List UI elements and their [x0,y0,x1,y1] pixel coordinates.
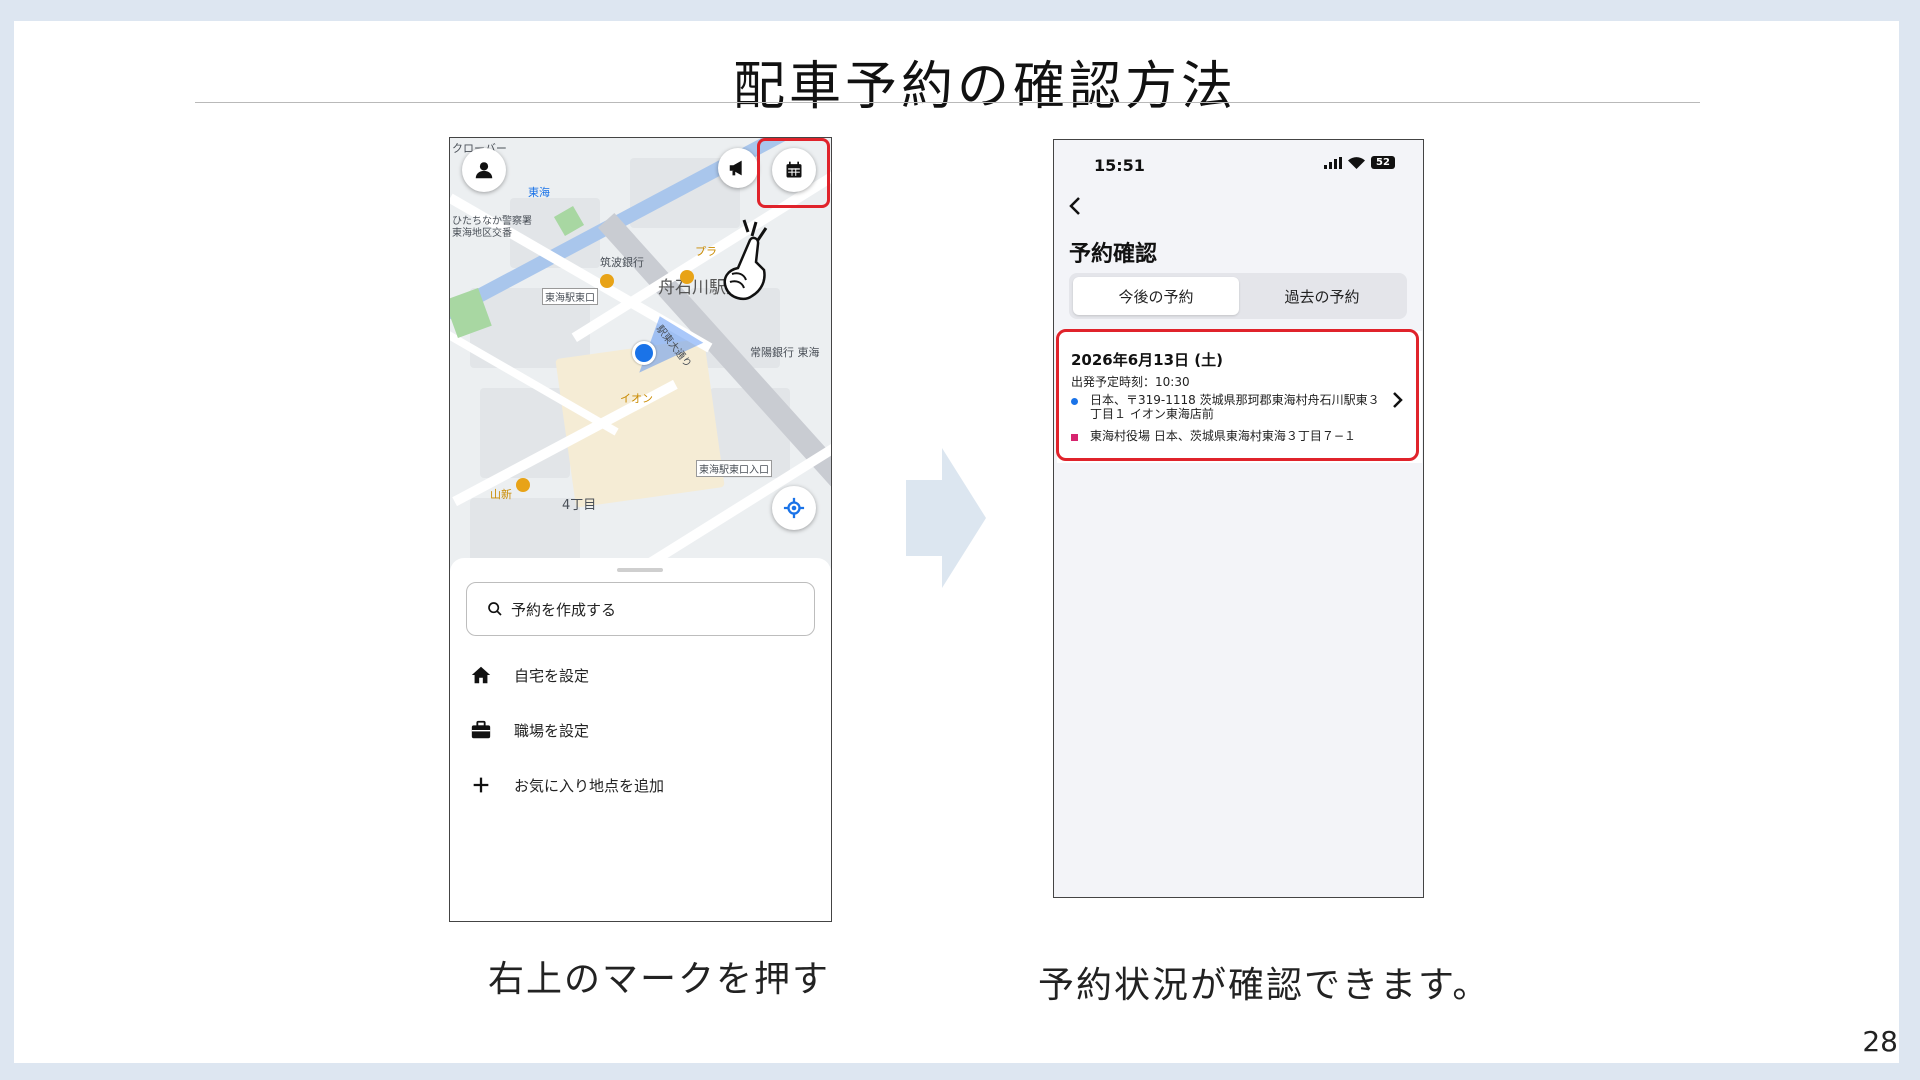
status-time: 15:51 [1094,156,1145,175]
page-number: 28 [1862,1025,1898,1058]
pla-pin-icon[interactable] [680,270,694,284]
tab-upcoming[interactable]: 今後の予約 [1073,277,1239,315]
battery-level: 52 [1376,157,1390,168]
add-favorite-label: お気に入り地点を追加 [514,776,665,795]
calendar-highlight [757,138,830,208]
title-divider [195,102,1700,103]
map-screen: クローバー 東海 ひたちなか警察署 東海地区交番 筑波銀行 プラ 舟石川駅東 東… [449,137,832,922]
page-title: 配車予約の確認方法 [732,57,1237,117]
pointing-hand-icon [723,219,768,300]
bottom-sheet: 予約を作成する 自宅を設定 職場を設定 お気に入り地点を追加 [450,558,831,921]
search-icon [488,602,502,616]
set-work-label: 職場を設定 [514,721,590,740]
screen-title: 予約確認 [1069,242,1158,267]
map-label-tsukuba-bank: 筑波銀行 [600,256,644,269]
crosshair-icon [783,497,805,519]
map-view[interactable]: クローバー 東海 ひたちなか警察署 東海地区交番 筑波銀行 プラ 舟石川駅東 東… [450,138,831,578]
reservation-screen: 15:51 52 予約確認 今後の予約 過去の予約 2026年6月13日 (土)… [1053,139,1424,898]
reservation-card[interactable]: 2026年6月13日 (土) 出発予定時刻：10:30 日本、〒319-1118… [1056,329,1422,463]
wifi-icon [1348,156,1365,169]
map-label-east-exit: 東海駅東口 [542,288,598,305]
home-icon [471,666,491,684]
caption-right: 予約状況が確認できます。 [1038,965,1491,1006]
locate-me-button[interactable] [772,486,816,530]
announcement-button[interactable] [718,148,758,188]
caption-left: 右上のマークを押す [488,959,831,1000]
yamashin-pin-icon[interactable] [516,478,530,492]
person-icon [475,162,493,179]
search-placeholder: 予約を作成する [511,600,617,619]
back-chevron-icon[interactable] [1068,196,1082,216]
reservation-tabs: 今後の予約 過去の予約 [1069,273,1407,319]
signal-icon [1324,156,1342,169]
battery-icon: 52 [1371,156,1395,169]
map-label-aeon: イオン [620,392,653,405]
sheet-handle[interactable] [617,568,663,572]
set-home-label: 自宅を設定 [514,666,590,685]
status-icons: 52 [1324,156,1395,169]
profile-button[interactable] [462,148,506,192]
reservation-highlight [1056,329,1419,461]
add-favorite-item[interactable]: お気に入り地点を追加 [470,774,664,796]
set-work-item[interactable]: 職場を設定 [470,719,589,741]
plus-icon [473,777,489,793]
tab-past[interactable]: 過去の予約 [1239,277,1405,315]
map-label-east-exit-entrance: 東海駅東口入口 [696,460,772,477]
megaphone-icon [729,160,742,176]
map-label-joyo-bank: 常陽銀行 東海 [750,346,820,359]
current-location-dot [632,341,656,365]
map-label-4chome: 4丁目 [562,498,597,513]
briefcase-icon [471,720,491,739]
search-input[interactable]: 予約を作成する [466,582,815,636]
map-label-police: ひたちなか警察署 東海地区交番 [452,216,532,239]
right-arrow-icon [906,448,986,588]
set-home-item[interactable]: 自宅を設定 [470,664,589,686]
aeon-pin-icon[interactable] [600,274,614,288]
map-label-yamashin: 山新 [490,488,512,501]
map-label-tokai-station: 東海 [528,186,550,199]
